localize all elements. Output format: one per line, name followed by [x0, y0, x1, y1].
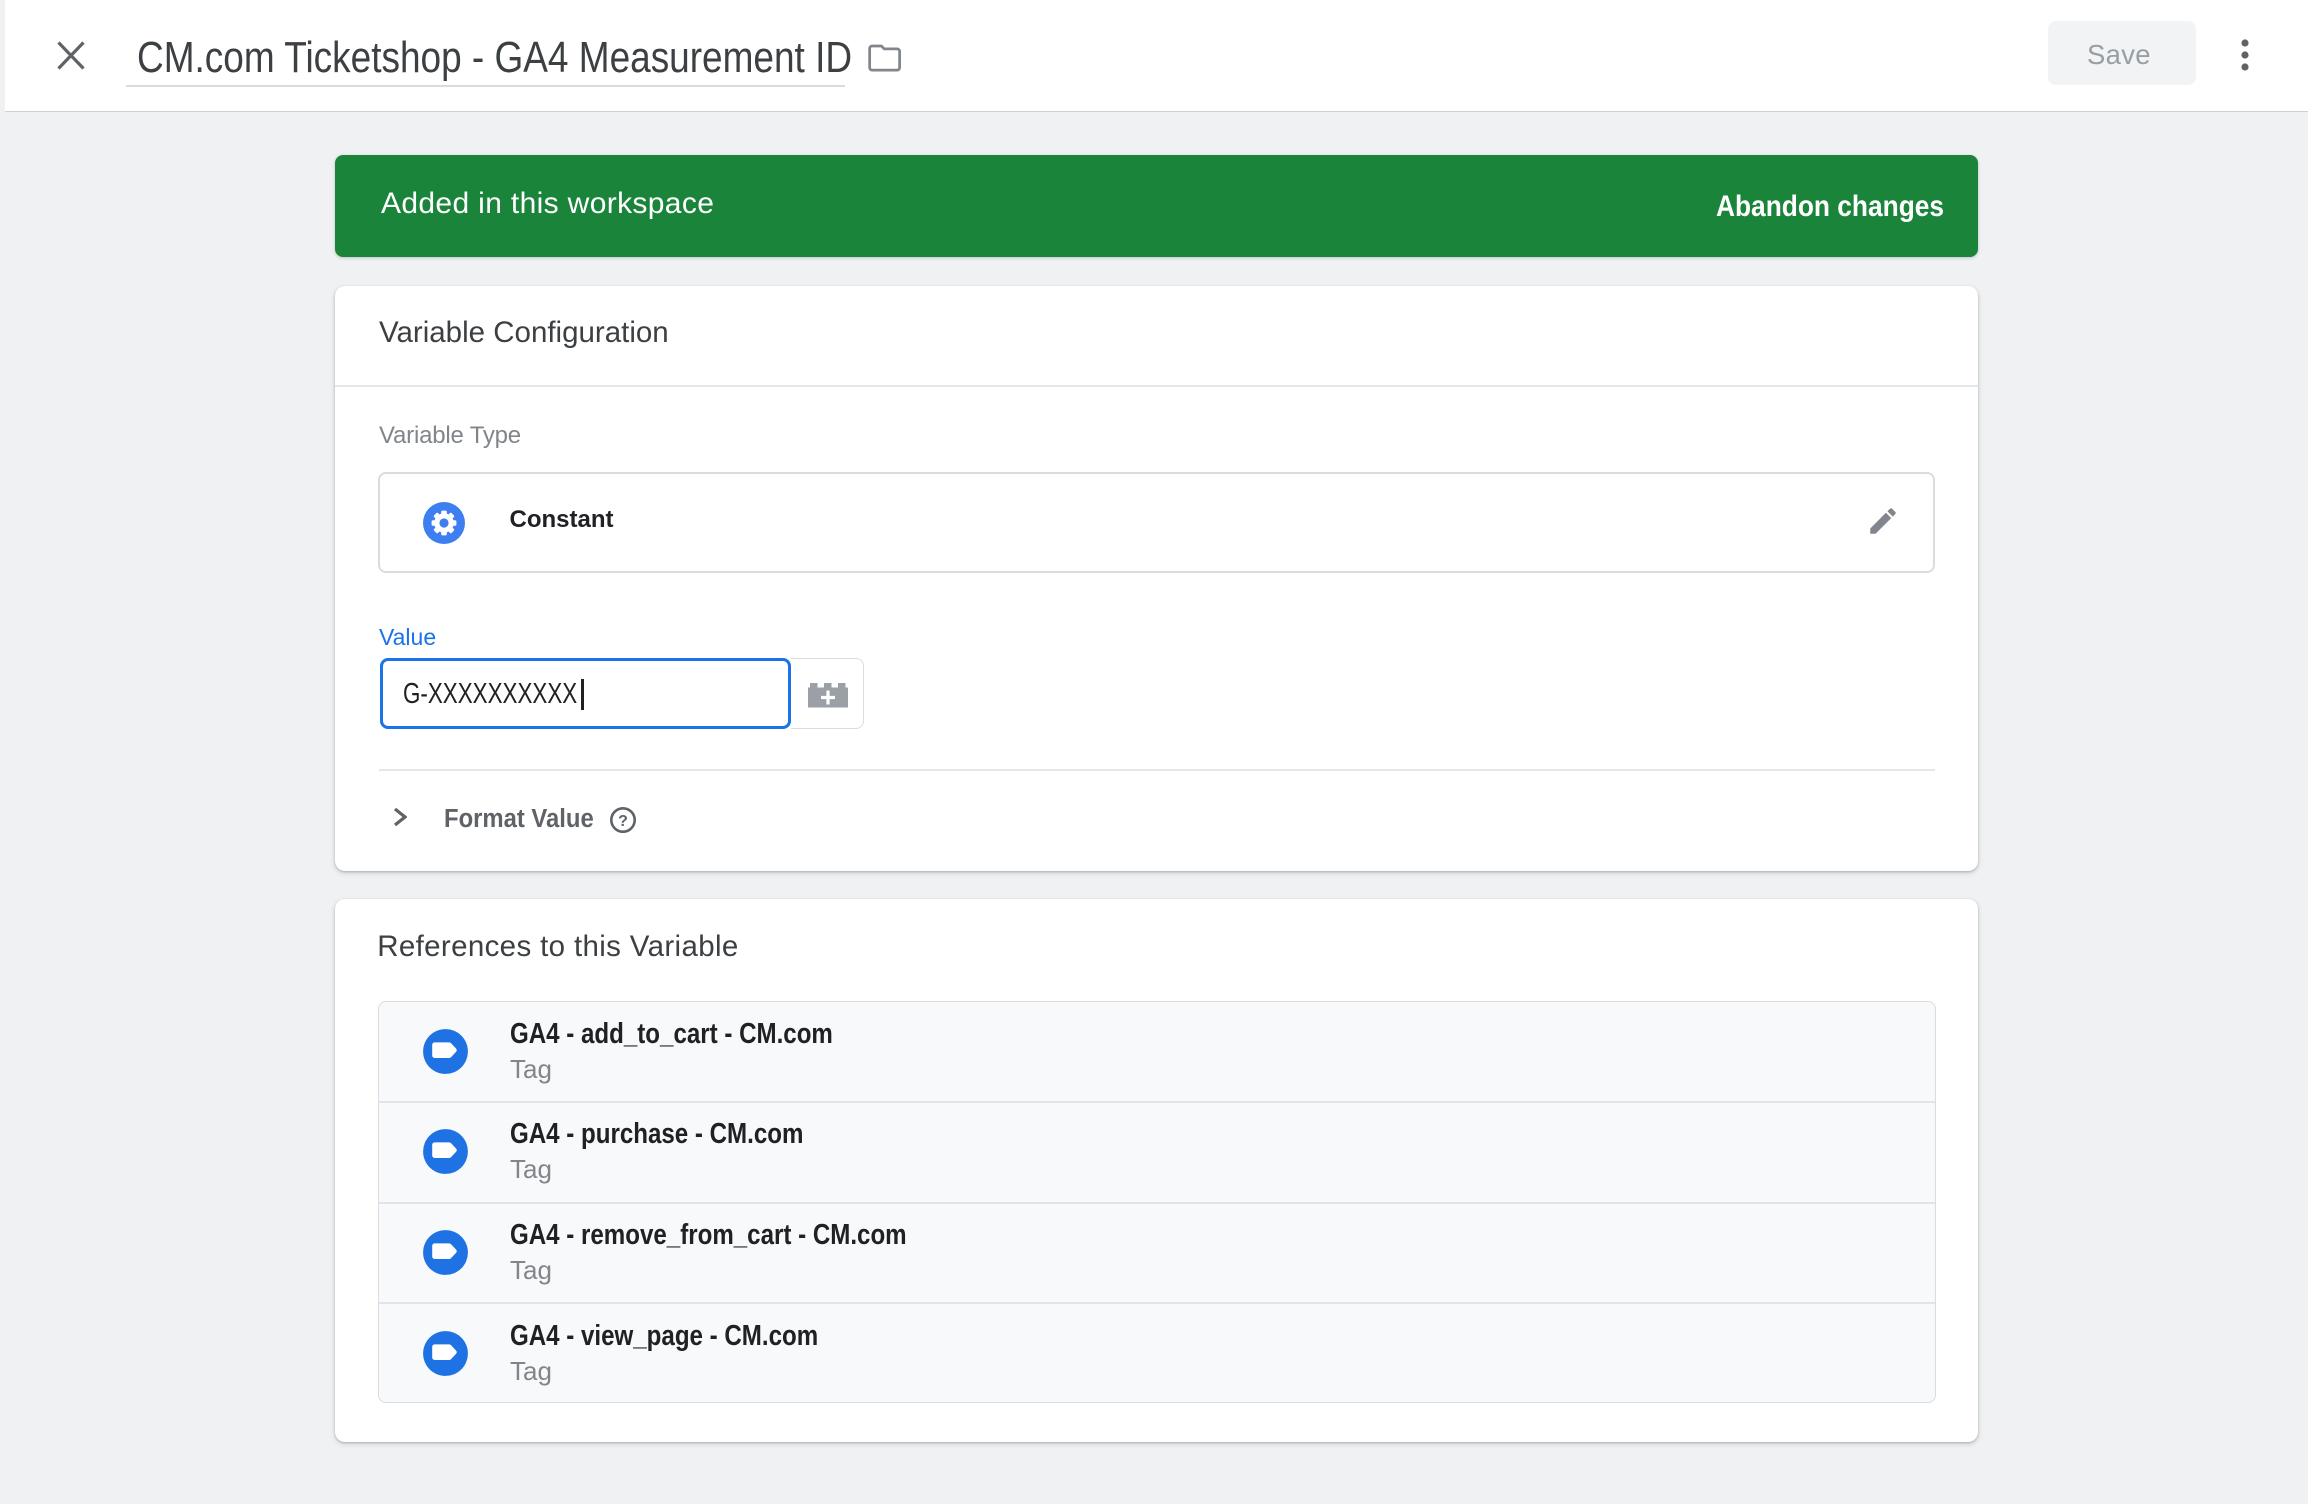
svg-text:?: ?	[618, 813, 628, 830]
